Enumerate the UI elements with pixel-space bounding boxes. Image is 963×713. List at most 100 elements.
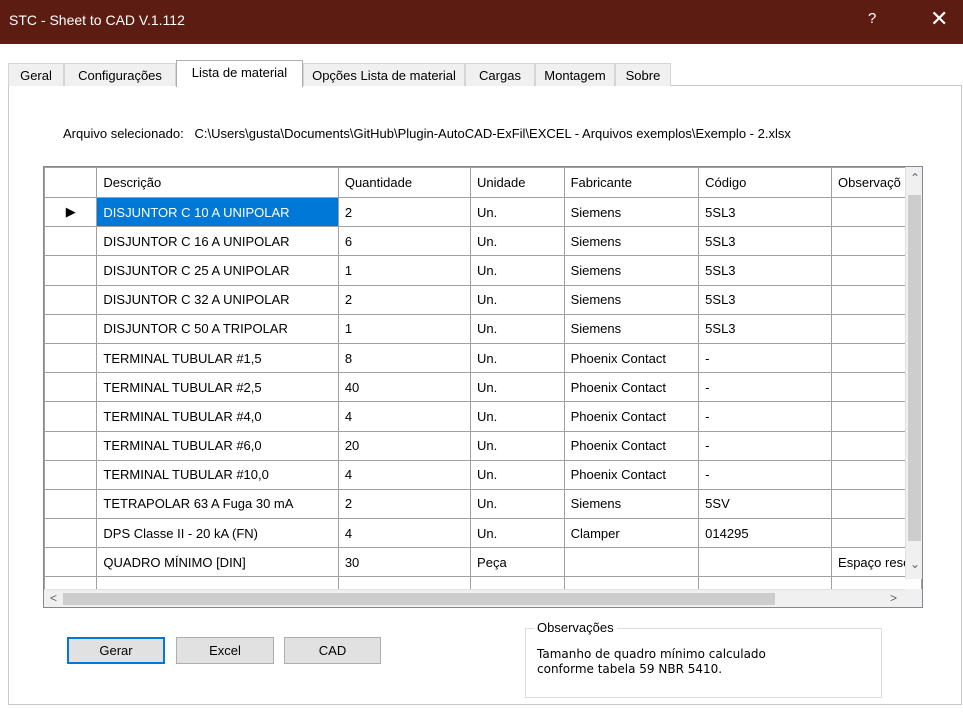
cell-unidade[interactable]: Un. (470, 401, 565, 432)
cell-unidade[interactable]: Un. (470, 430, 565, 461)
row-header[interactable] (44, 313, 98, 344)
cell-codigo[interactable]: 014295 (698, 518, 833, 549)
cell-descricao[interactable]: DISJUNTOR C 16 A UNIPOLAR (96, 226, 339, 257)
cell-fabricante[interactable]: Phoenix Contact (563, 372, 700, 403)
cell-fabricante[interactable]: Phoenix Contact (563, 459, 700, 490)
cell-codigo[interactable]: 5SL3 (698, 226, 833, 257)
cell-descricao[interactable]: TERMINAL TUBULAR #10,0 (96, 459, 339, 490)
cell-descricao[interactable]: TETRAPOLAR 63 A Fuga 30 mA (96, 488, 339, 520)
cell-unidade[interactable]: Un. (470, 226, 565, 257)
column-header-quantidade[interactable]: Quantidade (337, 167, 472, 198)
vertical-scroll-thumb[interactable] (908, 195, 921, 541)
cell-descricao[interactable]: TERMINAL TUBULAR #1,5 (96, 342, 339, 374)
cell-descricao[interactable]: DISJUNTOR C 32 A UNIPOLAR (96, 284, 339, 315)
cell-codigo[interactable]: - (698, 342, 833, 374)
cell-quantidade[interactable]: 2 (337, 488, 472, 520)
row-header[interactable] (44, 430, 98, 461)
cell-descricao[interactable]: TERMINAL TUBULAR #4,0 (96, 401, 339, 432)
cell-quantidade[interactable]: 1 (337, 255, 472, 286)
table-row[interactable]: TERMINAL TUBULAR #4,0 4 Un. Phoenix Contact… (44, 401, 922, 432)
table-row[interactable]: DISJUNTOR C 16 A UNIPOLAR 6 Un. Siemens 5SL3 (44, 226, 922, 257)
cell-descricao[interactable]: DISJUNTOR C 10 A UNIPOLAR (96, 196, 339, 228)
cell-quantidade[interactable]: 4 (337, 401, 472, 432)
cell-fabricante[interactable]: Siemens (563, 226, 700, 257)
cell-descricao[interactable]: DISJUNTOR C 50 A TRIPOLAR (96, 313, 339, 344)
cell-quantidade[interactable]: 2 (337, 196, 472, 228)
cell-fabricante[interactable]: Siemens (563, 284, 700, 315)
row-header[interactable] (44, 342, 98, 374)
tab-sobre[interactable]: Sobre (615, 63, 671, 86)
material-grid[interactable]: Descrição Quantidade Unidade Fabricante … (43, 166, 923, 608)
cell-unidade[interactable]: Un. (470, 459, 565, 490)
row-header[interactable] (44, 284, 98, 315)
row-header[interactable] (44, 518, 98, 549)
gerar-button[interactable]: Gerar (67, 637, 165, 664)
cell-fabricante[interactable]: Phoenix Contact (563, 430, 700, 461)
cell-quantidade[interactable]: 8 (337, 342, 472, 374)
cell-unidade[interactable]: Peça (470, 547, 565, 578)
cell-fabricante[interactable]: Siemens (563, 488, 700, 520)
tab-configuracoes[interactable]: Configurações (64, 63, 176, 86)
cell-fabricante[interactable]: Phoenix Contact (563, 401, 700, 432)
tab-montagem[interactable]: Montagem (535, 63, 615, 86)
cell-codigo[interactable]: 5SL3 (698, 313, 833, 344)
table-row[interactable]: QUADRO MÍNIMO [DIN] 30 Peça Espaço rese (44, 547, 922, 578)
table-row[interactable]: TERMINAL TUBULAR #2,5 40 Un. Phoenix Contac… (44, 372, 922, 403)
row-header[interactable] (44, 459, 98, 490)
row-header[interactable] (44, 226, 98, 257)
close-icon[interactable]: ✕ (930, 6, 948, 32)
excel-button[interactable]: Excel (176, 637, 274, 664)
cell-unidade[interactable]: Un. (470, 372, 565, 403)
cell-unidade[interactable]: Un. (470, 284, 565, 315)
row-header[interactable] (44, 255, 98, 286)
cell-codigo[interactable] (698, 547, 833, 578)
cell-codigo[interactable]: - (698, 459, 833, 490)
scroll-left-icon[interactable]: < (50, 591, 57, 605)
horizontal-scrollbar[interactable]: < > (44, 589, 906, 607)
horizontal-scroll-thumb[interactable] (63, 593, 775, 605)
cell-quantidade[interactable]: 30 (337, 547, 472, 578)
cell-quantidade[interactable]: 40 (337, 372, 472, 403)
tab-geral[interactable]: Geral (8, 63, 64, 86)
tab-cargas[interactable]: Cargas (465, 63, 535, 86)
cell-descricao[interactable]: TERMINAL TUBULAR #2,5 (96, 372, 339, 403)
cell-codigo[interactable]: - (698, 372, 833, 403)
cell-codigo[interactable]: - (698, 401, 833, 432)
cell-quantidade[interactable]: 4 (337, 459, 472, 490)
table-row[interactable]: TERMINAL TUBULAR #10,0 4 Un. Phoenix Contac… (44, 459, 922, 490)
title-bar[interactable]: STC - Sheet to CAD V.1.112 ? ✕ (0, 0, 963, 44)
column-header-descricao[interactable]: Descrição (96, 167, 339, 198)
column-header-fabricante[interactable]: Fabricante (563, 167, 700, 198)
cell-descricao[interactable]: TERMINAL TUBULAR #6,0 (96, 430, 339, 461)
cell-fabricante[interactable]: Clamper (563, 518, 700, 549)
cell-quantidade[interactable]: 2 (337, 284, 472, 315)
row-header[interactable] (44, 401, 98, 432)
row-header[interactable] (44, 372, 98, 403)
column-header-unidade[interactable]: Unidade (470, 167, 565, 198)
cell-codigo[interactable]: 5SL3 (698, 196, 833, 228)
cell-codigo[interactable]: 5SL3 (698, 284, 833, 315)
vertical-scrollbar[interactable]: ⌃ ⌄ (905, 167, 922, 579)
cell-codigo[interactable]: 5SL3 (698, 255, 833, 286)
table-row[interactable]: TETRAPOLAR 63 A Fuga 30 mA 2 Un. Siemens 5SV (44, 488, 922, 520)
cell-codigo[interactable]: - (698, 430, 833, 461)
tab-opcoes-lista-de-material[interactable]: Opções Lista de material (303, 63, 465, 86)
cell-descricao[interactable]: QUADRO MÍNIMO [DIN] (96, 547, 339, 578)
cell-quantidade[interactable]: 1 (337, 313, 472, 344)
cell-unidade[interactable]: Un. (470, 342, 565, 374)
cell-fabricante[interactable]: Siemens (563, 255, 700, 286)
cad-button[interactable]: CAD (284, 637, 381, 664)
column-header-codigo[interactable]: Código (698, 167, 833, 198)
table-row[interactable]: ▶ DISJUNTOR C 10 A UNIPOLAR 2 Un. Siemens 5SL… (44, 196, 922, 228)
cell-unidade[interactable]: Un. (470, 488, 565, 520)
cell-quantidade[interactable]: 20 (337, 430, 472, 461)
cell-fabricante[interactable]: Phoenix Contact (563, 342, 700, 374)
scroll-up-icon[interactable]: ⌃ (910, 171, 920, 185)
cell-unidade[interactable]: Un. (470, 518, 565, 549)
table-row[interactable]: TERMINAL TUBULAR #1,5 8 Un. Phoenix Contact… (44, 342, 922, 374)
help-icon[interactable]: ? (868, 10, 876, 27)
tab-lista-de-material[interactable]: Lista de material (176, 60, 303, 87)
table-row[interactable]: DISJUNTOR C 32 A UNIPOLAR 2 Un. Siemens 5SL3 (44, 284, 922, 315)
cell-fabricante[interactable] (563, 547, 700, 578)
cell-fabricante[interactable]: Siemens (563, 313, 700, 344)
